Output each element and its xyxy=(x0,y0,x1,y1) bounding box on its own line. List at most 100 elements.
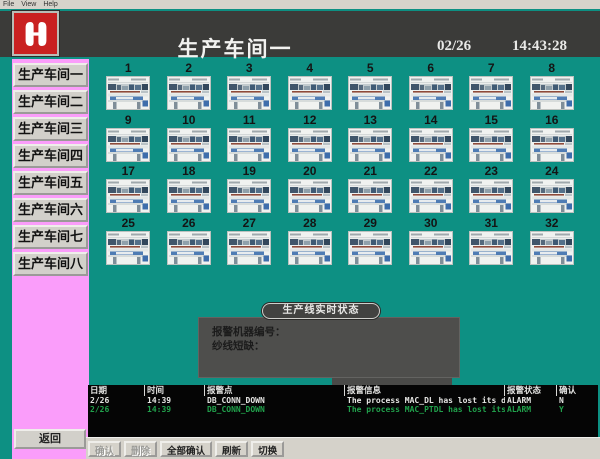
menu-item-help[interactable]: Help xyxy=(43,0,57,9)
machine-number: 8 xyxy=(529,62,575,75)
machine-cell[interactable]: 20 xyxy=(287,165,333,217)
knitting-machine-icon xyxy=(167,179,211,213)
machine-number: 11 xyxy=(226,114,272,127)
alarm-cell: The process MAC_PTDL has lost its.. xyxy=(345,405,505,414)
alarm-table: 日期时间报警点报警信息报警状态确认 2/2614:39DB_CONN_DOWNT… xyxy=(88,385,598,437)
machine-number: 24 xyxy=(529,165,575,178)
knitting-machine-icon xyxy=(530,231,574,265)
machine-number: 19 xyxy=(226,165,272,178)
machine-cell[interactable]: 5 xyxy=(347,62,393,114)
machine-cell[interactable]: 15 xyxy=(468,114,514,166)
column-header: 时间 xyxy=(145,385,205,396)
knitting-machine-icon xyxy=(530,179,574,213)
machine-number: 29 xyxy=(347,217,393,230)
sidebar-item-workshop-3[interactable]: 生产车间三 xyxy=(13,117,88,141)
confirm-all-button[interactable]: 全部确认 xyxy=(160,441,212,457)
machine-number: 31 xyxy=(468,217,514,230)
header-time: 14:43:28 xyxy=(512,38,567,55)
machine-cell[interactable]: 26 xyxy=(166,217,212,269)
alarm-row[interactable]: 2/2614:39DB_CONN_DOWNThe process MAC_DL … xyxy=(88,396,598,405)
menu-bar: File View Help xyxy=(0,0,600,9)
sidebar-item-workshop-8[interactable]: 生产车间八 xyxy=(13,252,88,276)
machine-number: 3 xyxy=(226,62,272,75)
machine-cell[interactable]: 21 xyxy=(347,165,393,217)
machine-cell[interactable]: 24 xyxy=(529,165,575,217)
alarm-cell: DB_CONN_DOWN xyxy=(205,405,345,414)
delete-button[interactable]: 删除 xyxy=(124,441,157,457)
header-date: 02/26 xyxy=(437,38,471,55)
alarm-cell: 2/26 xyxy=(88,396,145,405)
machine-cell[interactable]: 30 xyxy=(408,217,454,269)
sidebar-item-workshop-7[interactable]: 生产车间七 xyxy=(13,225,88,249)
machine-cell[interactable]: 4 xyxy=(287,62,333,114)
knitting-machine-icon xyxy=(288,128,332,162)
machine-cell[interactable]: 10 xyxy=(166,114,212,166)
menu-item-view[interactable]: View xyxy=(21,0,36,9)
switch-button[interactable]: 切换 xyxy=(251,441,284,457)
alarm-cell: 14:39 xyxy=(145,396,205,405)
machine-cell[interactable]: 13 xyxy=(347,114,393,166)
knitting-machine-icon xyxy=(227,128,271,162)
machine-cell[interactable]: 29 xyxy=(347,217,393,269)
knitting-machine-icon xyxy=(167,76,211,110)
machine-cell[interactable]: 25 xyxy=(105,217,151,269)
sidebar-item-workshop-2[interactable]: 生产车间二 xyxy=(13,90,88,114)
alarm-cell: 2/26 xyxy=(88,405,145,414)
knitting-machine-icon xyxy=(106,76,150,110)
knitting-machine-icon xyxy=(106,179,150,213)
machine-cell[interactable]: 23 xyxy=(468,165,514,217)
alarm-cell: 14:39 xyxy=(145,405,205,414)
knitting-machine-icon xyxy=(469,179,513,213)
machine-cell[interactable]: 7 xyxy=(468,62,514,114)
machine-cell[interactable]: 3 xyxy=(226,62,272,114)
knitting-machine-icon xyxy=(227,179,271,213)
knitting-machine-icon xyxy=(348,179,392,213)
machine-number: 23 xyxy=(468,165,514,178)
knitting-machine-icon xyxy=(106,231,150,265)
machine-number: 6 xyxy=(408,62,454,75)
knitting-machine-icon xyxy=(288,179,332,213)
refresh-button[interactable]: 刷新 xyxy=(215,441,248,457)
sidebar-item-workshop-4[interactable]: 生产车间四 xyxy=(13,144,88,168)
knitting-machine-icon xyxy=(469,76,513,110)
machine-cell[interactable]: 18 xyxy=(166,165,212,217)
status-panel-tab: 生产线实时状态 xyxy=(262,303,380,319)
machine-number: 4 xyxy=(287,62,333,75)
knitting-machine-icon xyxy=(348,231,392,265)
knitting-machine-icon xyxy=(469,128,513,162)
machine-cell[interactable]: 28 xyxy=(287,217,333,269)
machine-cell[interactable]: 27 xyxy=(226,217,272,269)
machine-number: 12 xyxy=(287,114,333,127)
machine-cell[interactable]: 31 xyxy=(468,217,514,269)
machine-cell[interactable]: 14 xyxy=(408,114,454,166)
alarm-table-body: 2/2614:39DB_CONN_DOWNThe process MAC_DL … xyxy=(88,396,598,414)
machine-cell[interactable]: 8 xyxy=(529,62,575,114)
machine-cell[interactable]: 17 xyxy=(105,165,151,217)
machine-number: 1 xyxy=(105,62,151,75)
machine-cell[interactable]: 11 xyxy=(226,114,272,166)
alarm-table-header: 日期时间报警点报警信息报警状态确认 xyxy=(88,385,598,396)
machine-number: 5 xyxy=(347,62,393,75)
confirm-button[interactable]: 确认 xyxy=(88,441,121,457)
machine-cell[interactable]: 19 xyxy=(226,165,272,217)
machine-number: 25 xyxy=(105,217,151,230)
alarm-row[interactable]: 2/2614:39DB_CONN_DOWNThe process MAC_PTD… xyxy=(88,405,598,414)
status-panel: 报警机器编号： 纱线短缺： xyxy=(198,317,460,378)
sidebar-item-workshop-1[interactable]: 生产车间一 xyxy=(13,63,88,87)
return-button[interactable]: 返回 xyxy=(14,429,86,449)
sidebar-item-workshop-5[interactable]: 生产车间五 xyxy=(13,171,88,195)
sidebar-item-workshop-6[interactable]: 生产车间六 xyxy=(13,198,88,222)
machine-cell[interactable]: 6 xyxy=(408,62,454,114)
machine-number: 21 xyxy=(347,165,393,178)
machine-cell[interactable]: 1 xyxy=(105,62,151,114)
machine-cell[interactable]: 2 xyxy=(166,62,212,114)
knitting-machine-icon xyxy=(409,76,453,110)
machine-cell[interactable]: 12 xyxy=(287,114,333,166)
machine-cell[interactable]: 9 xyxy=(105,114,151,166)
machine-cell[interactable]: 22 xyxy=(408,165,454,217)
machine-cell[interactable]: 32 xyxy=(529,217,575,269)
alarm-cell: DB_CONN_DOWN xyxy=(205,396,345,405)
menu-item-file[interactable]: File xyxy=(3,0,14,9)
machine-number: 7 xyxy=(468,62,514,75)
machine-cell[interactable]: 16 xyxy=(529,114,575,166)
